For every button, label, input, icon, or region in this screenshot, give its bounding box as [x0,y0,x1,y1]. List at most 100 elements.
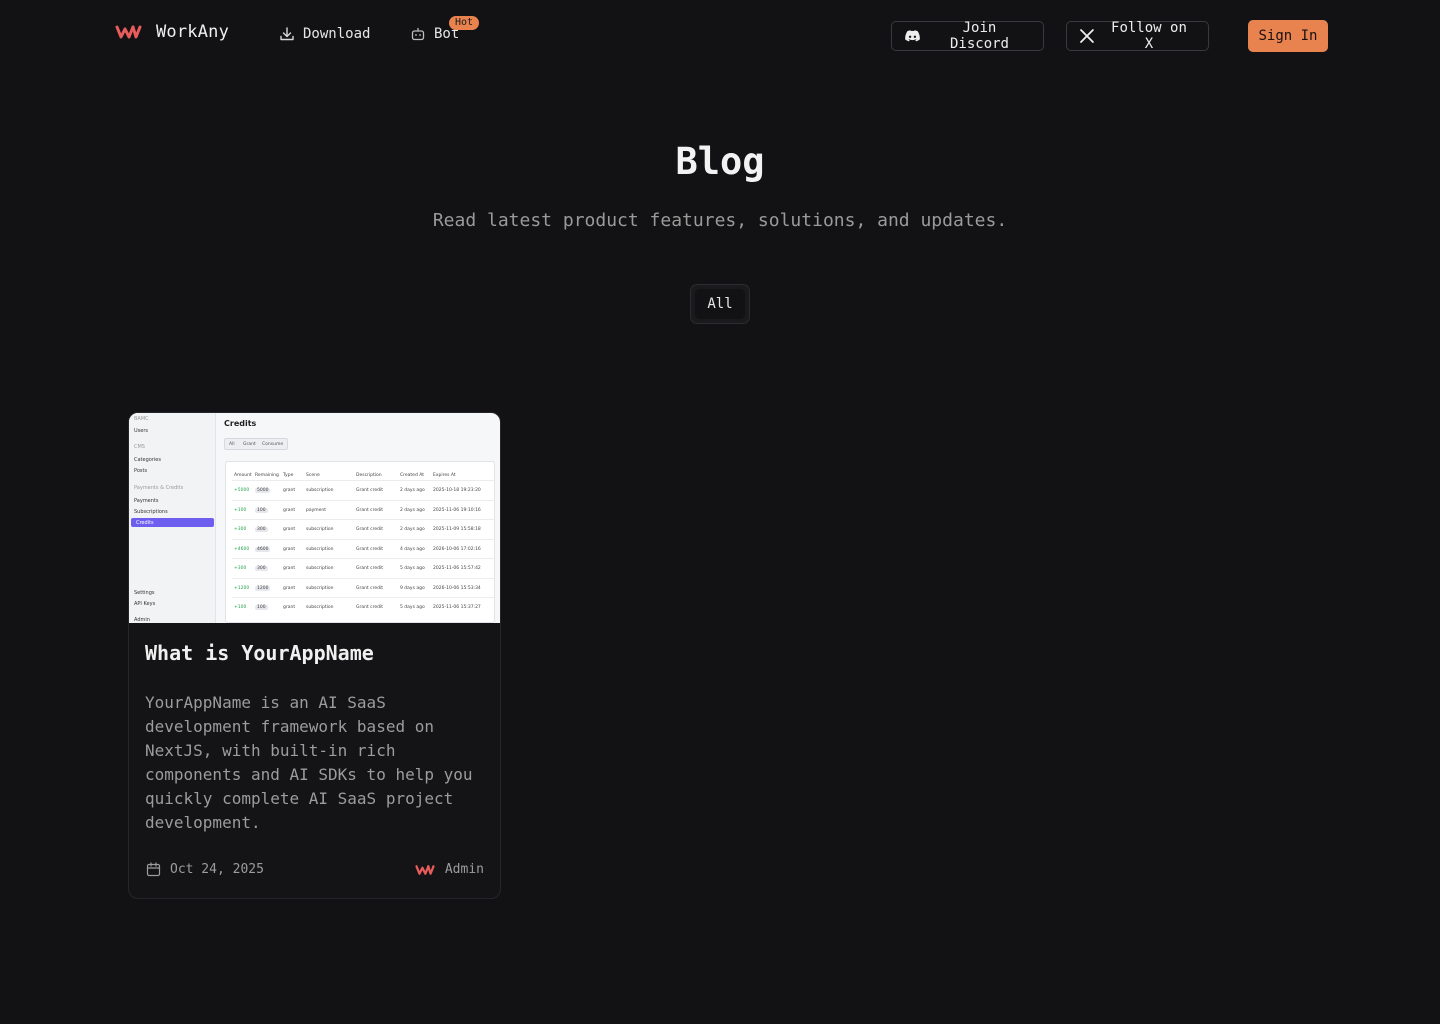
category-filter: All [690,284,750,324]
thumbnail-page-title: Credits [224,419,257,428]
filter-tab-all[interactable]: All [695,289,745,319]
thumbnail-table-cell: subscription [306,546,334,552]
join-discord-label: Join Discord [949,20,1009,52]
thumbnail-row-divider [232,499,494,501]
thumbnail-table-cell: Grant credit [356,566,384,571]
thumbnail-row-divider [232,558,494,559]
thumbnail-table-cell: subscription [306,585,334,591]
thumbnail-table-cell: 5 days ago [400,605,425,610]
thumbnail-sidebar-item: Admin [134,617,150,623]
thumbnail-row-divider [232,597,494,598]
thumbnail-table-cell: grant [283,546,296,552]
thumbnail-column-header: Created At [400,473,425,478]
author-avatar-icon [415,864,435,875]
post-card[interactable]: BAMC Users CMS Categories Posts Payments & Cr… [128,412,501,899]
thumbnail-sidebar-item: Settings [134,590,155,596]
thumbnail-table-cell: Grant credit [356,546,384,552]
thumbnail-tab: Consume [262,442,284,447]
thumbnail-sidebar-item: API Keys [134,601,156,607]
thumbnail-sidebar-active-label: Credits [136,520,154,526]
thumbnail-row-divider [232,480,494,481]
post-author: Admin [415,862,484,877]
thumbnail-table-cell: Grant credit [356,527,384,532]
thumbnail-tab: All [229,442,235,447]
thumbnail-table-cell: grant [283,605,296,610]
nav-download-label: Download [303,26,371,42]
thumbnail-table-cell: 5000 [255,488,271,493]
thumbnail-sidebar-item: Subscriptions [134,509,168,515]
follow-on-x-button[interactable]: Follow on X [1066,20,1209,52]
post-description: YourAppName is an AI SaaS development fr… [145,693,473,832]
thumbnail-table-cell: +100 [234,507,247,513]
thumbnail-tabs: All Grant Consume [224,438,288,450]
thumbnail-table-cell: +300 [234,527,247,532]
thumbnail-table-cell: subscription [306,488,334,493]
thumbnail-table-cell: Grant credit [356,488,384,493]
thumbnail-table-cell: 2026-10-06 17:02:16 [433,546,481,552]
follow-on-x-label: Follow on X [1111,20,1187,52]
thumbnail-sidebar-item: BAMC [134,416,149,422]
post-title: What is YourAppName [145,641,374,665]
thumbnail-table-cell: 2025-11-06 19:10:16 [433,507,481,513]
thumbnail-table-cell: 2025-11-09 15:58:18 [433,527,481,532]
thumbnail-sidebar-active: Credits [131,518,214,527]
workany-logo-icon [115,25,142,39]
nav-download[interactable]: Download [279,26,370,42]
thumbnail-column-header: Amount [234,473,252,478]
thumbnail-table-cell: grant [283,527,296,532]
thumbnail-table-cell: +5000 [234,488,250,493]
thumbnail-row-divider [232,538,494,540]
thumbnail-sidebar-item: Categories [134,457,161,463]
page-subtitle: Read latest product features, solutions,… [432,210,1008,231]
thumbnail-table-cell: subscription [306,566,334,571]
thumbnail-table-cell: +1200 [234,585,250,591]
thumbnail-column-header: Type [283,473,294,478]
x-logo-icon [1080,29,1094,43]
thumbnail-table-cell: +300 [234,566,247,571]
thumbnail-table-cell: 2 days ago [400,527,425,532]
thumbnail-table-cell: Grant credit [356,585,384,591]
thumbnail-row-divider [232,577,494,579]
thumbnail-sidebar-item: Users [134,428,149,434]
thumbnail-row-divider [232,519,494,520]
download-icon [280,27,294,41]
thumbnail-table-cell: 2025-11-06 15:57:42 [433,566,481,571]
thumbnail-sidebar-item: Payments & Credits [134,485,184,491]
thumbnail-column-header: Remaining [255,473,279,478]
calendar-icon [146,862,161,877]
brand-name: WorkAny [156,22,230,42]
post-author-name: Admin [444,862,484,877]
join-discord-button[interactable]: Join Discord [891,20,1044,52]
thumbnail-sidebar-item: Posts [134,468,148,474]
thumbnail-sidebar-item: Payments [134,498,159,504]
thumbnail-table-cell: +4600 [234,546,250,552]
thumbnail-table-cell: grant [283,507,296,513]
thumbnail-table-cell: 2025-11-06 15:37:27 [433,605,481,610]
thumbnail-table-cell: 2 days ago [400,488,425,493]
thumbnail-column-header: Expires At [433,473,456,478]
thumbnail-table-cell: grant [283,566,296,571]
thumbnail-table-cell: 2026-10-06 15:53:34 [433,585,481,591]
thumbnail-tab: Grant [243,442,256,447]
discord-icon [905,30,920,42]
thumbnail-table-cell: payment [306,507,327,513]
thumbnail-table: Amount Remaining Type Scene Description Creat… [225,461,495,623]
thumbnail-table-cell: 5 days ago [400,566,425,571]
thumbnail-table-cell: 300 [255,527,268,532]
thumbnail-table-cell: 4600 [255,546,271,552]
thumbnail-table-cell: grant [283,585,296,591]
thumbnail-table-cell: 9 days ago [400,585,425,591]
thumbnail-table-cell: Grant credit [356,605,384,610]
thumbnail-table-cell: 100 [255,605,268,610]
thumbnail-table-cell: subscription [306,605,334,610]
thumbnail-column-header: Description [356,473,382,478]
post-date-text: Oct 24, 2025 [170,862,264,877]
thumbnail-table-cell: grant [283,488,296,493]
top-nav: WorkAny Download Bot Hot Join Discord Fo… [0,0,1440,72]
page-title: Blog [675,140,765,183]
sign-in-button[interactable]: Sign In [1248,20,1328,52]
thumbnail-table-cell: 2025-10-18 19:23:20 [433,488,481,493]
thumbnail-table-cell: 2 days ago [400,507,425,513]
thumbnail-table-cell: 300 [255,566,268,571]
brand-logo-link[interactable]: WorkAny [115,22,229,42]
